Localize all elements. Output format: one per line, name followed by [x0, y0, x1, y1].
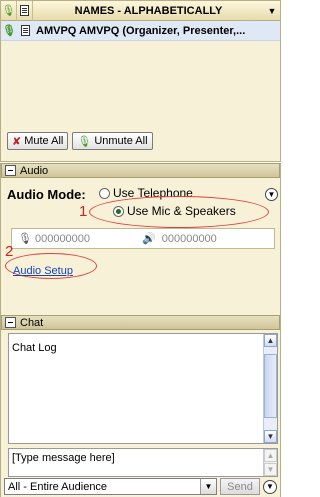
audio-options-button[interactable]: ▼ — [265, 188, 278, 201]
message-input[interactable]: [Type message here] ▲ ▼ — [8, 448, 278, 477]
chat-options-button[interactable]: ▼ — [263, 479, 277, 494]
collapse-icon[interactable] — [5, 317, 16, 328]
send-button[interactable]: Send — [220, 478, 260, 495]
mic-level-icon: 🎙 — [18, 233, 32, 245]
audio-mode-label: Audio Mode: — [7, 187, 86, 202]
annotation-number-2: 2 — [5, 243, 14, 260]
chat-log[interactable]: Chat Log ▲ ▼ — [8, 333, 278, 444]
highlight-ellipse-1 — [89, 196, 269, 228]
message-scroll-down-icon[interactable]: ▼ — [264, 463, 277, 476]
sort-title[interactable]: NAMES - ALPHABETICALLY — [33, 5, 264, 17]
chat-section-header[interactable]: Chat — [1, 315, 280, 330]
chat-log-label: Chat Log — [12, 342, 57, 354]
participants-header: 🎙 NAMES - ALPHABETICALLY ▼ — [1, 0, 280, 21]
message-scrollbar[interactable]: ▲ ▼ — [263, 449, 277, 476]
annotation-number-1: 1 — [79, 203, 88, 220]
participant-name: AMVPQ AMVPQ (Organizer, Presenter,... — [36, 24, 246, 37]
participant-row[interactable]: 🎙 AMVPQ AMVPQ (Organizer, Presenter,... — [1, 21, 280, 41]
scroll-thumb[interactable] — [264, 354, 277, 418]
audience-select[interactable]: All - Entire Audience ▼ — [4, 478, 217, 495]
audio-panel: Audio Audio Mode: Use Telephone Use Mic … — [0, 163, 281, 323]
mute-mic-icon: ✘ — [12, 135, 22, 148]
collapse-icon[interactable] — [5, 165, 16, 176]
document-column-icon[interactable] — [17, 0, 33, 21]
mute-all-button[interactable]: ✘ Mute All — [7, 132, 69, 150]
unmute-all-button[interactable]: 🎙 Unmute All — [72, 132, 153, 150]
scroll-up-icon[interactable]: ▲ — [264, 334, 277, 347]
chat-log-scrollbar[interactable]: ▲ ▼ — [263, 334, 277, 443]
chevron-down-icon[interactable]: ▼ — [200, 479, 216, 494]
speaker-level: 000000000 — [161, 232, 217, 245]
telephone-radio[interactable] — [99, 187, 110, 199]
mic-icon[interactable]: 🎙 — [1, 24, 17, 37]
audio-setup-link[interactable]: Audio Setup — [13, 265, 73, 277]
participants-panel: 🎙 NAMES - ALPHABETICALLY ▼ 🎙 AMVPQ AMVPQ… — [0, 0, 281, 162]
message-scroll-up-icon[interactable]: ▲ — [264, 449, 277, 462]
document-icon — [17, 25, 33, 36]
chat-panel: Chat Chat Log ▲ ▼ [Type message here] ▲ … — [0, 315, 281, 497]
audio-section-header[interactable]: Audio — [1, 163, 280, 178]
audio-level-box: 🎙 000000000 🔊 000000000 — [11, 228, 275, 249]
scroll-down-icon[interactable]: ▼ — [264, 430, 277, 443]
mic-level: 000000000 — [34, 232, 91, 245]
mic-column-icon[interactable]: 🎙 — [1, 0, 17, 21]
sort-dropdown-icon[interactable]: ▼ — [264, 6, 280, 16]
speaker-level-icon: 🔊 — [142, 233, 156, 245]
unmute-mic-icon: 🎙 — [77, 135, 92, 148]
